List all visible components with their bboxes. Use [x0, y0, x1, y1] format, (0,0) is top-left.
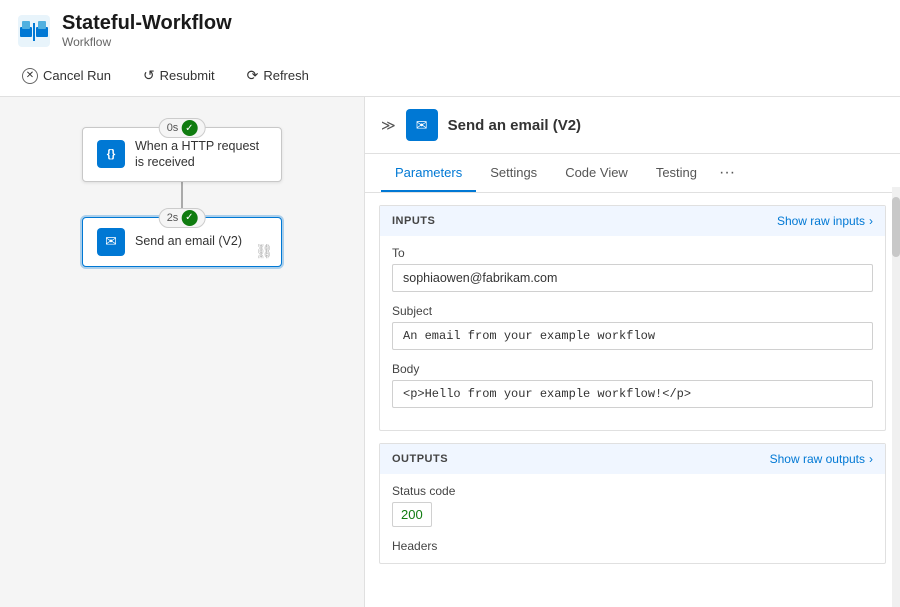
cancel-run-button[interactable]: ✕ Cancel Run — [16, 64, 117, 88]
tab-parameters[interactable]: Parameters — [381, 155, 476, 192]
page-title: Stateful-Workflow — [62, 12, 232, 35]
chevron-right-icon: › — [869, 214, 873, 228]
field-body: Body <p>Hello from your example workflow… — [392, 362, 873, 408]
field-subject-value: An email from your example workflow — [392, 322, 873, 350]
panel-email-icon: ✉ — [416, 117, 428, 134]
field-subject-label: Subject — [392, 304, 873, 318]
field-to: To sophiaowen@fabrikam.com — [392, 246, 873, 292]
panel-header: ≫ ✉ Send an email (V2) — [365, 97, 900, 154]
outputs-body: Status code 200 Headers — [380, 474, 885, 563]
tab-settings[interactable]: Settings — [476, 155, 551, 192]
tab-more-button[interactable]: ··· — [711, 154, 743, 192]
node2-badge: 2s ✓ — [159, 208, 206, 228]
workflow-nodes: 0s ✓ {} When a HTTP request is received … — [20, 117, 344, 267]
show-raw-outputs-label: Show raw outputs — [770, 452, 865, 466]
app-icon — [16, 13, 52, 49]
field-body-label: Body — [392, 362, 873, 376]
outputs-section-header: OUTPUTS Show raw outputs › — [380, 444, 885, 474]
title-block: Stateful-Workflow Workflow — [62, 12, 232, 49]
node1-success-icon: ✓ — [181, 120, 197, 136]
resubmit-button[interactable]: ↺ Resubmit — [137, 63, 221, 88]
show-raw-outputs-link[interactable]: Show raw outputs › — [770, 452, 873, 466]
field-to-label: To — [392, 246, 873, 260]
scrollbar-thumb[interactable] — [892, 197, 900, 257]
node2-success-icon: ✓ — [181, 210, 197, 226]
tab-code-view[interactable]: Code View — [551, 155, 642, 192]
email-icon: ✉ — [105, 233, 117, 250]
page-subtitle: Workflow — [62, 35, 232, 49]
resubmit-label: Resubmit — [160, 68, 215, 83]
tab-bar: Parameters Settings Code View Testing ··… — [365, 154, 900, 193]
status-code-label: Status code — [392, 484, 873, 498]
outputs-section: OUTPUTS Show raw outputs › Status code 2… — [379, 443, 886, 564]
inputs-title: INPUTS — [392, 215, 435, 227]
cancel-icon: ✕ — [22, 68, 38, 84]
outputs-title: OUTPUTS — [392, 453, 448, 465]
node1-duration: 0s — [167, 122, 179, 134]
show-raw-inputs-label: Show raw inputs — [777, 214, 865, 228]
headers-label: Headers — [392, 539, 873, 553]
inputs-body: To sophiaowen@fabrikam.com Subject An em… — [380, 236, 885, 430]
toolbar: ✕ Cancel Run ↺ Resubmit ⟳ Refresh — [16, 55, 884, 96]
page-header: Stateful-Workflow Workflow ✕ Cancel Run … — [0, 0, 900, 97]
node1-wrapper: 0s ✓ {} When a HTTP request is received — [82, 127, 282, 182]
node1-badge: 0s ✓ — [159, 118, 206, 138]
main-content: 0s ✓ {} When a HTTP request is received … — [0, 97, 900, 607]
node2[interactable]: 2s ✓ ✉ Send an email (V2) ⛓ — [82, 217, 282, 267]
collapse-button[interactable]: ≫ — [381, 117, 396, 134]
field-subject: Subject An email from your example workf… — [392, 304, 873, 350]
refresh-icon: ⟳ — [247, 67, 259, 84]
node1-icon: {} — [97, 140, 125, 168]
action-icon: ✉ — [406, 109, 438, 141]
resubmit-icon: ↺ — [143, 67, 155, 84]
panel-title: Send an email (V2) — [448, 117, 581, 134]
link-icon: ⛓ — [255, 243, 273, 260]
inputs-section-header: INPUTS Show raw inputs › — [380, 206, 885, 236]
refresh-label: Refresh — [263, 68, 309, 83]
workflow-canvas: 0s ✓ {} When a HTTP request is received … — [0, 97, 365, 607]
http-icon: {} — [107, 148, 116, 160]
cancel-run-label: Cancel Run — [43, 68, 111, 83]
field-body-value: <p>Hello from your example workflow!</p> — [392, 380, 873, 408]
node2-wrapper: 2s ✓ ✉ Send an email (V2) ⛓ — [82, 217, 282, 267]
field-to-value: sophiaowen@fabrikam.com — [392, 264, 873, 292]
field-status-code: Status code 200 — [392, 484, 873, 527]
show-raw-inputs-link[interactable]: Show raw inputs › — [777, 214, 873, 228]
scrollbar-track[interactable] — [892, 187, 900, 607]
node2-label: Send an email (V2) — [135, 233, 242, 249]
refresh-button[interactable]: ⟳ Refresh — [241, 63, 315, 88]
chevron-right-icon2: › — [869, 452, 873, 466]
node2-duration: 2s — [167, 212, 179, 224]
node2-icon: ✉ — [97, 228, 125, 256]
panel-content: INPUTS Show raw inputs › To sophiaowen@f… — [365, 193, 900, 607]
node1[interactable]: 0s ✓ {} When a HTTP request is received — [82, 127, 282, 182]
tab-testing[interactable]: Testing — [642, 155, 711, 192]
action-detail-panel: ≫ ✉ Send an email (V2) Parameters Settin… — [365, 97, 900, 607]
node1-label: When a HTTP request is received — [135, 138, 267, 171]
inputs-section: INPUTS Show raw inputs › To sophiaowen@f… — [379, 205, 886, 431]
status-code-value: 200 — [392, 502, 432, 527]
